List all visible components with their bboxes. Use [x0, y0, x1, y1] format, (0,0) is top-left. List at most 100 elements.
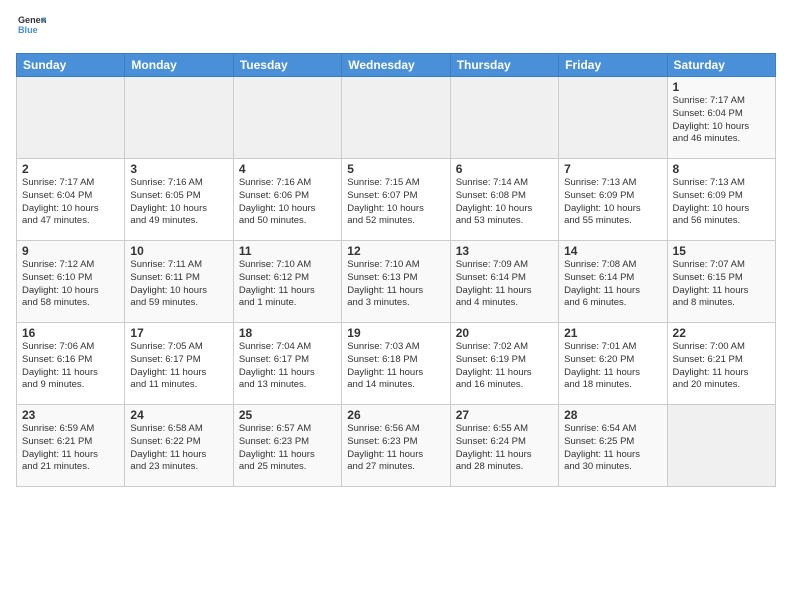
calendar-cell: 10Sunrise: 7:11 AM Sunset: 6:11 PM Dayli… [125, 241, 233, 323]
day-info: Sunrise: 7:13 AM Sunset: 6:09 PM Dayligh… [673, 177, 770, 228]
day-number: 22 [673, 326, 770, 340]
day-info: Sunrise: 7:10 AM Sunset: 6:12 PM Dayligh… [239, 259, 336, 310]
calendar-cell: 19Sunrise: 7:03 AM Sunset: 6:18 PM Dayli… [342, 323, 450, 405]
calendar-week-row: 1Sunrise: 7:17 AM Sunset: 6:04 PM Daylig… [17, 77, 776, 159]
day-info: Sunrise: 7:14 AM Sunset: 6:08 PM Dayligh… [456, 177, 553, 228]
page-header: General Blue [16, 12, 776, 45]
calendar-cell: 27Sunrise: 6:55 AM Sunset: 6:24 PM Dayli… [450, 405, 558, 487]
day-number: 27 [456, 408, 553, 422]
day-number: 6 [456, 162, 553, 176]
day-number: 26 [347, 408, 444, 422]
calendar-cell: 13Sunrise: 7:09 AM Sunset: 6:14 PM Dayli… [450, 241, 558, 323]
day-info: Sunrise: 7:10 AM Sunset: 6:13 PM Dayligh… [347, 259, 444, 310]
day-number: 18 [239, 326, 336, 340]
day-info: Sunrise: 7:07 AM Sunset: 6:15 PM Dayligh… [673, 259, 770, 310]
calendar-week-row: 16Sunrise: 7:06 AM Sunset: 6:16 PM Dayli… [17, 323, 776, 405]
weekday-header: Thursday [450, 54, 558, 77]
day-info: Sunrise: 7:16 AM Sunset: 6:06 PM Dayligh… [239, 177, 336, 228]
day-info: Sunrise: 7:02 AM Sunset: 6:19 PM Dayligh… [456, 341, 553, 392]
calendar-week-row: 2Sunrise: 7:17 AM Sunset: 6:04 PM Daylig… [17, 159, 776, 241]
calendar-cell: 2Sunrise: 7:17 AM Sunset: 6:04 PM Daylig… [17, 159, 125, 241]
day-number: 16 [22, 326, 119, 340]
calendar-cell [125, 77, 233, 159]
day-info: Sunrise: 7:09 AM Sunset: 6:14 PM Dayligh… [456, 259, 553, 310]
weekday-header: Wednesday [342, 54, 450, 77]
day-info: Sunrise: 7:17 AM Sunset: 6:04 PM Dayligh… [22, 177, 119, 228]
calendar-cell: 23Sunrise: 6:59 AM Sunset: 6:21 PM Dayli… [17, 405, 125, 487]
calendar-cell: 17Sunrise: 7:05 AM Sunset: 6:17 PM Dayli… [125, 323, 233, 405]
day-number: 1 [673, 80, 770, 94]
calendar-cell [17, 77, 125, 159]
weekday-header: Saturday [667, 54, 775, 77]
day-info: Sunrise: 7:08 AM Sunset: 6:14 PM Dayligh… [564, 259, 661, 310]
calendar-cell [667, 405, 775, 487]
calendar-cell [559, 77, 667, 159]
day-number: 13 [456, 244, 553, 258]
day-number: 10 [130, 244, 227, 258]
day-info: Sunrise: 7:05 AM Sunset: 6:17 PM Dayligh… [130, 341, 227, 392]
day-info: Sunrise: 6:55 AM Sunset: 6:24 PM Dayligh… [456, 423, 553, 474]
day-number: 4 [239, 162, 336, 176]
day-number: 25 [239, 408, 336, 422]
calendar-cell: 12Sunrise: 7:10 AM Sunset: 6:13 PM Dayli… [342, 241, 450, 323]
svg-text:Blue: Blue [18, 25, 38, 35]
day-info: Sunrise: 7:13 AM Sunset: 6:09 PM Dayligh… [564, 177, 661, 228]
calendar-cell: 4Sunrise: 7:16 AM Sunset: 6:06 PM Daylig… [233, 159, 341, 241]
calendar-cell: 5Sunrise: 7:15 AM Sunset: 6:07 PM Daylig… [342, 159, 450, 241]
weekday-header: Sunday [17, 54, 125, 77]
day-info: Sunrise: 7:06 AM Sunset: 6:16 PM Dayligh… [22, 341, 119, 392]
calendar-cell: 3Sunrise: 7:16 AM Sunset: 6:05 PM Daylig… [125, 159, 233, 241]
day-number: 19 [347, 326, 444, 340]
day-number: 23 [22, 408, 119, 422]
day-info: Sunrise: 7:11 AM Sunset: 6:11 PM Dayligh… [130, 259, 227, 310]
day-info: Sunrise: 7:00 AM Sunset: 6:21 PM Dayligh… [673, 341, 770, 392]
day-info: Sunrise: 6:58 AM Sunset: 6:22 PM Dayligh… [130, 423, 227, 474]
day-number: 7 [564, 162, 661, 176]
calendar-cell [450, 77, 558, 159]
weekday-header: Friday [559, 54, 667, 77]
calendar-cell: 18Sunrise: 7:04 AM Sunset: 6:17 PM Dayli… [233, 323, 341, 405]
day-info: Sunrise: 6:54 AM Sunset: 6:25 PM Dayligh… [564, 423, 661, 474]
calendar-header-row: SundayMondayTuesdayWednesdayThursdayFrid… [17, 54, 776, 77]
calendar-cell: 1Sunrise: 7:17 AM Sunset: 6:04 PM Daylig… [667, 77, 775, 159]
calendar-cell: 16Sunrise: 7:06 AM Sunset: 6:16 PM Dayli… [17, 323, 125, 405]
calendar-cell: 7Sunrise: 7:13 AM Sunset: 6:09 PM Daylig… [559, 159, 667, 241]
calendar-week-row: 9Sunrise: 7:12 AM Sunset: 6:10 PM Daylig… [17, 241, 776, 323]
day-number: 17 [130, 326, 227, 340]
logo: General Blue [16, 12, 46, 45]
day-number: 11 [239, 244, 336, 258]
day-info: Sunrise: 6:56 AM Sunset: 6:23 PM Dayligh… [347, 423, 444, 474]
day-number: 9 [22, 244, 119, 258]
calendar-week-row: 23Sunrise: 6:59 AM Sunset: 6:21 PM Dayli… [17, 405, 776, 487]
calendar-cell: 6Sunrise: 7:14 AM Sunset: 6:08 PM Daylig… [450, 159, 558, 241]
calendar-table: SundayMondayTuesdayWednesdayThursdayFrid… [16, 53, 776, 487]
calendar-cell: 11Sunrise: 7:10 AM Sunset: 6:12 PM Dayli… [233, 241, 341, 323]
day-number: 3 [130, 162, 227, 176]
calendar-cell: 8Sunrise: 7:13 AM Sunset: 6:09 PM Daylig… [667, 159, 775, 241]
calendar-cell: 22Sunrise: 7:00 AM Sunset: 6:21 PM Dayli… [667, 323, 775, 405]
calendar-cell [233, 77, 341, 159]
calendar-cell: 28Sunrise: 6:54 AM Sunset: 6:25 PM Dayli… [559, 405, 667, 487]
day-info: Sunrise: 7:16 AM Sunset: 6:05 PM Dayligh… [130, 177, 227, 228]
calendar-cell: 20Sunrise: 7:02 AM Sunset: 6:19 PM Dayli… [450, 323, 558, 405]
day-info: Sunrise: 7:03 AM Sunset: 6:18 PM Dayligh… [347, 341, 444, 392]
calendar-cell: 24Sunrise: 6:58 AM Sunset: 6:22 PM Dayli… [125, 405, 233, 487]
day-number: 21 [564, 326, 661, 340]
day-info: Sunrise: 7:04 AM Sunset: 6:17 PM Dayligh… [239, 341, 336, 392]
weekday-header: Monday [125, 54, 233, 77]
day-number: 28 [564, 408, 661, 422]
logo-icon: General Blue [18, 12, 46, 40]
day-info: Sunrise: 7:17 AM Sunset: 6:04 PM Dayligh… [673, 95, 770, 146]
day-number: 2 [22, 162, 119, 176]
day-number: 8 [673, 162, 770, 176]
svg-text:General: General [18, 15, 46, 25]
day-info: Sunrise: 7:12 AM Sunset: 6:10 PM Dayligh… [22, 259, 119, 310]
calendar-cell: 25Sunrise: 6:57 AM Sunset: 6:23 PM Dayli… [233, 405, 341, 487]
calendar-cell: 21Sunrise: 7:01 AM Sunset: 6:20 PM Dayli… [559, 323, 667, 405]
day-number: 15 [673, 244, 770, 258]
day-number: 5 [347, 162, 444, 176]
calendar-cell: 26Sunrise: 6:56 AM Sunset: 6:23 PM Dayli… [342, 405, 450, 487]
calendar-cell: 9Sunrise: 7:12 AM Sunset: 6:10 PM Daylig… [17, 241, 125, 323]
day-number: 20 [456, 326, 553, 340]
calendar-cell [342, 77, 450, 159]
